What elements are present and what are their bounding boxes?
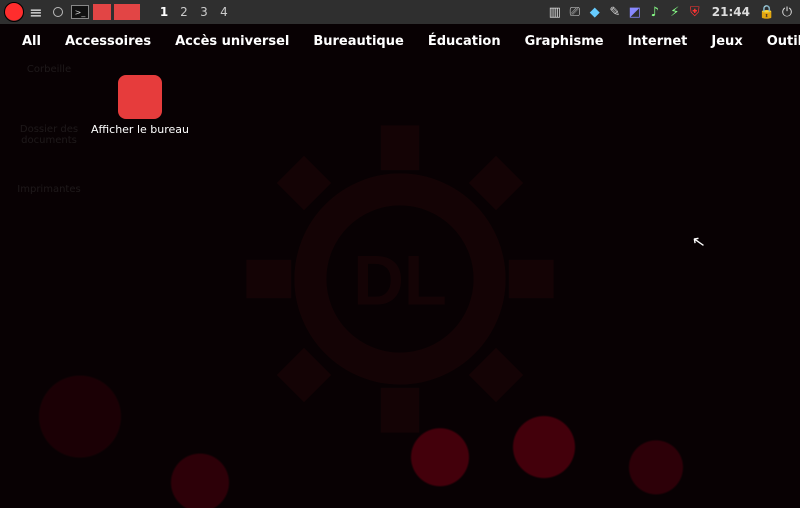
show-desktop-icon[interactable] xyxy=(48,2,68,22)
category-all[interactable]: All xyxy=(10,30,53,53)
tray-volume-icon[interactable]: ♪ xyxy=(646,3,664,21)
category-graphisme[interactable]: Graphisme xyxy=(513,30,616,53)
category-internet[interactable]: Internet xyxy=(616,30,700,53)
tray-bluetooth-icon[interactable]: ◆ xyxy=(586,3,604,21)
taskbar-window-1[interactable] xyxy=(93,4,111,20)
category-bar: AllAccessoiresAccès universelBureautique… xyxy=(0,24,800,57)
launcher-icon[interactable] xyxy=(4,2,24,22)
category-accès-universel[interactable]: Accès universel xyxy=(163,30,301,53)
workspace-2[interactable]: 2 xyxy=(174,5,194,19)
category-outils-sys[interactable]: Outils sys xyxy=(755,30,800,53)
tray-display-icon[interactable]: ▥ xyxy=(546,3,564,21)
tray-network-icon[interactable]: ⎚ xyxy=(566,3,584,21)
terminal-icon[interactable] xyxy=(70,2,90,22)
tray-updates-icon[interactable]: ◩ xyxy=(626,3,644,21)
clock[interactable]: 21:44 xyxy=(712,5,750,19)
workspace-1[interactable]: 1 xyxy=(154,5,174,19)
category-accessoires[interactable]: Accessoires xyxy=(53,30,163,53)
app-launcher: AllAccessoiresAccès universelBureautique… xyxy=(0,24,800,508)
app-label: Afficher le bureau xyxy=(91,123,189,136)
workspace-3[interactable]: 3 xyxy=(194,5,214,19)
tray-power-icon[interactable]: ⚡ xyxy=(666,3,684,21)
app-afficher-le-bureau[interactable]: Afficher le bureau xyxy=(50,71,230,140)
category-jeux[interactable]: Jeux xyxy=(699,30,754,53)
taskbar-window-2[interactable] xyxy=(114,4,140,20)
menu-icon[interactable] xyxy=(26,2,46,22)
category-bureautique[interactable]: Bureautique xyxy=(301,30,415,53)
tray-shield-icon[interactable]: ⛨ xyxy=(686,3,704,21)
category-éducation[interactable]: Éducation xyxy=(416,30,513,53)
system-tray: ▥ ⎚ ◆ ✎ ◩ ♪ ⚡ ⛨ 21:44 🔒 ⏻ xyxy=(546,3,796,21)
app-grid: Afficher le bureau xyxy=(0,57,800,508)
tray-clipboard-icon[interactable]: ✎ xyxy=(606,3,624,21)
logout-icon[interactable]: ⏻ xyxy=(778,3,796,21)
lock-icon[interactable]: 🔒 xyxy=(758,3,776,21)
red-icon xyxy=(118,75,162,119)
workspace-4[interactable]: 4 xyxy=(214,5,234,19)
taskbar: 1234 ▥ ⎚ ◆ ✎ ◩ ♪ ⚡ ⛨ 21:44 🔒 ⏻ xyxy=(0,0,800,24)
